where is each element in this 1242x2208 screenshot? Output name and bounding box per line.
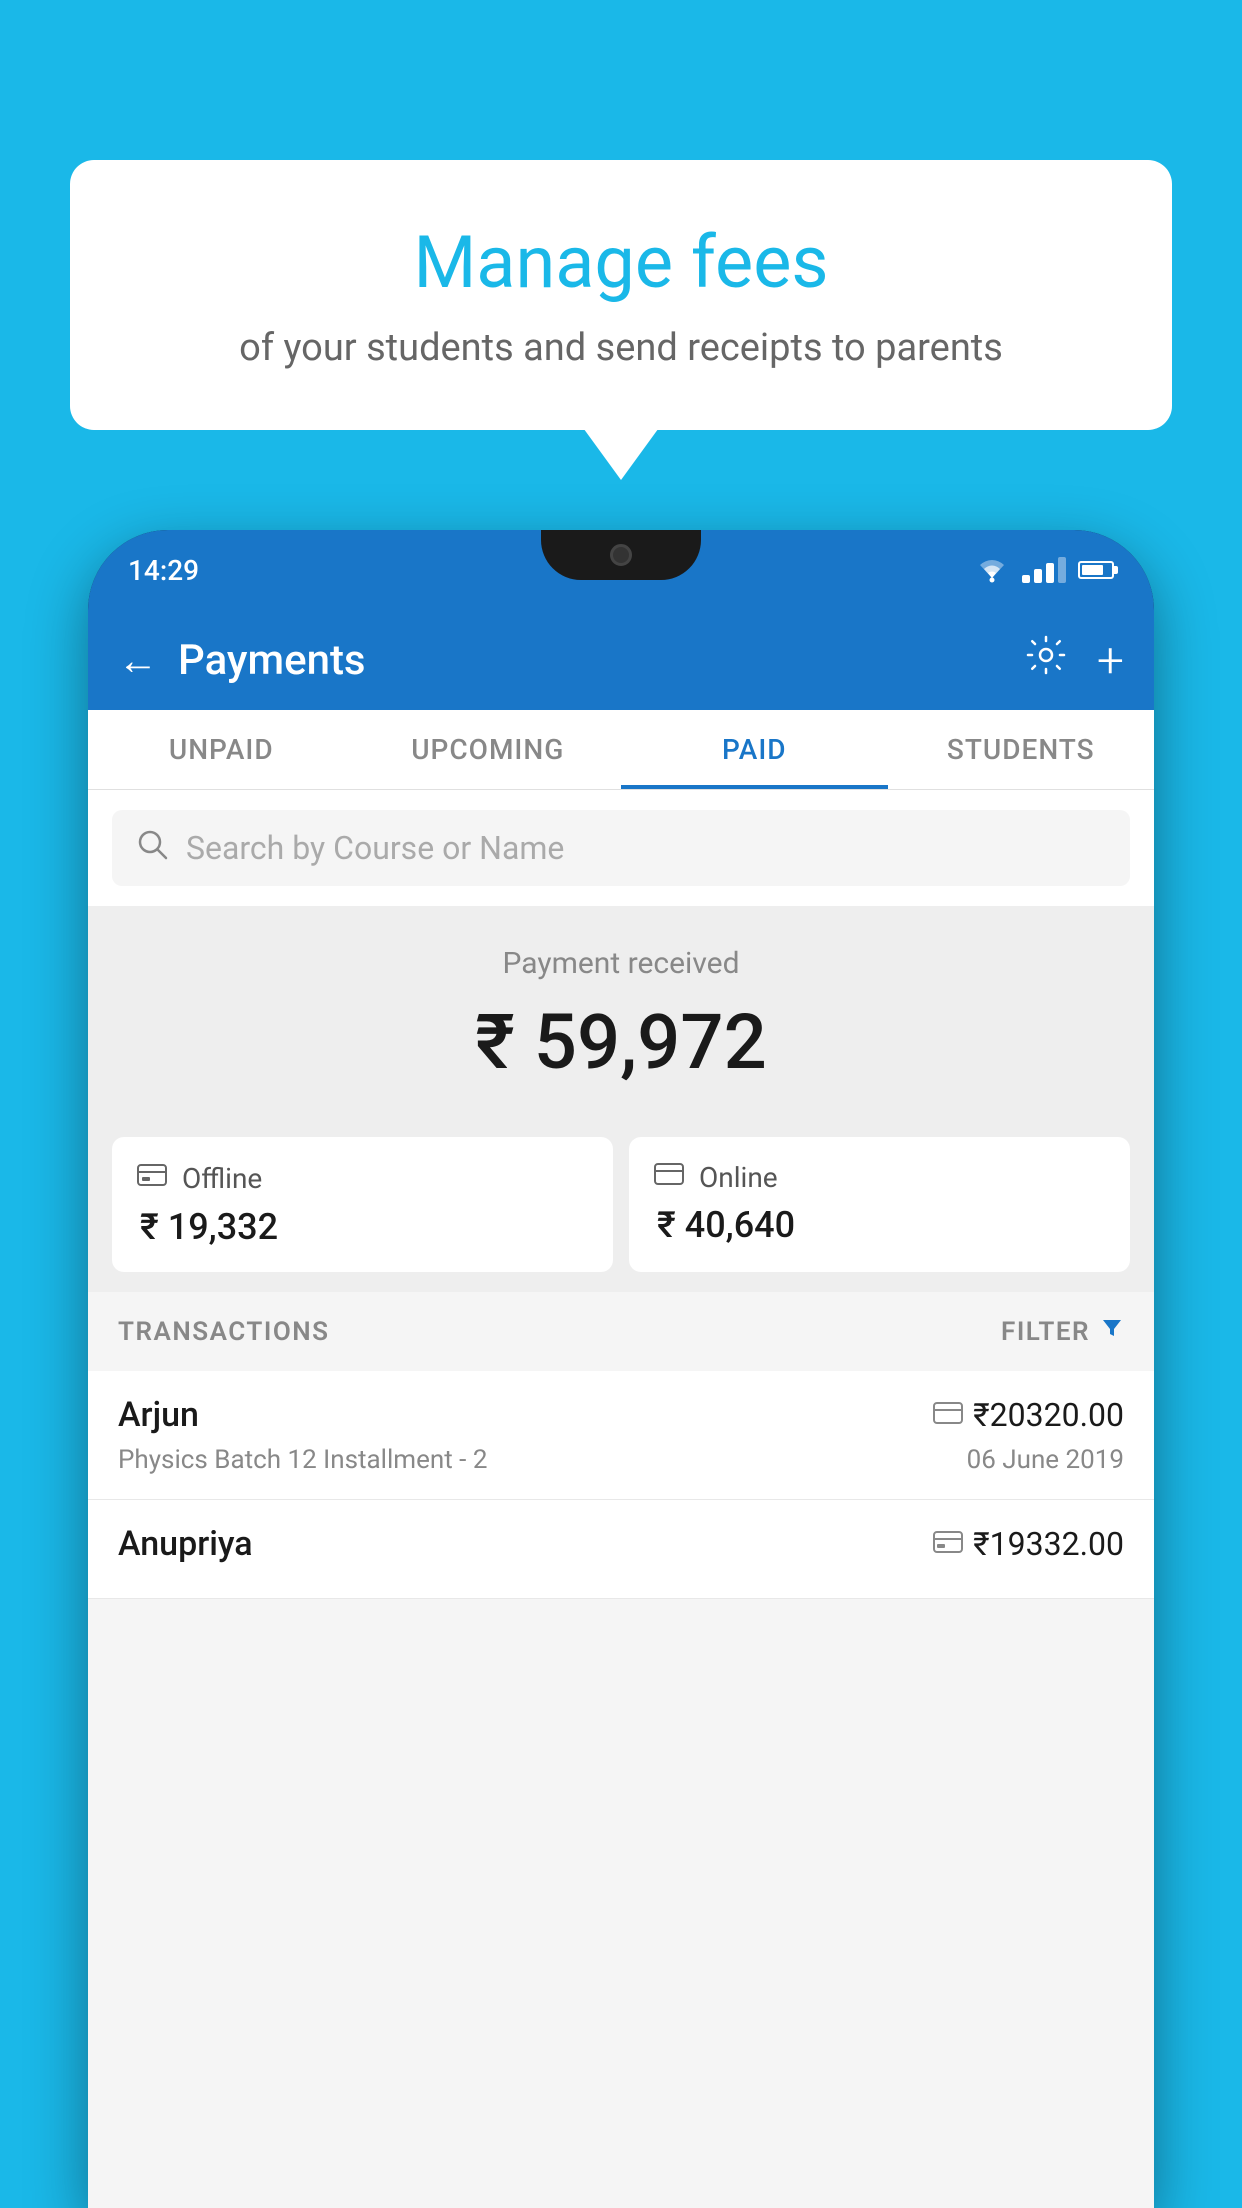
phone-screen: ← Payments + UNPAID UPCOMING PAID STUDEN… (88, 610, 1154, 2208)
online-label: Online (699, 1161, 778, 1194)
online-payment-card: Online ₹ 40,640 (629, 1137, 1130, 1272)
tab-paid[interactable]: PAID (621, 710, 888, 789)
speech-bubble-title: Manage fees (120, 220, 1122, 306)
settings-button[interactable] (1025, 634, 1067, 686)
offline-icon (136, 1161, 168, 1196)
transaction-amount: ₹19332.00 (973, 1525, 1124, 1563)
payment-cards: Offline ₹ 19,332 Online ₹ 40,640 (88, 1117, 1154, 1292)
battery-icon (1078, 561, 1114, 579)
transaction-top: Anupriya ₹19332.00 (118, 1524, 1124, 1564)
search-placeholder: Search by Course or Name (186, 829, 564, 867)
transaction-amount-wrap: ₹19332.00 (933, 1525, 1124, 1563)
transaction-bottom: Physics Batch 12 Installment - 2 06 June… (118, 1445, 1124, 1475)
transaction-type-icon (933, 1401, 963, 1429)
tab-students[interactable]: STUDENTS (888, 710, 1155, 789)
offline-payment-card: Offline ₹ 19,332 (112, 1137, 613, 1272)
table-row[interactable]: Arjun ₹20320.00 Physics Batch 12 Install… (88, 1371, 1154, 1500)
status-bar: 14:29 (88, 530, 1154, 610)
filter-button[interactable]: FILTER (1001, 1316, 1124, 1347)
search-icon (136, 828, 168, 868)
transactions-header: TRANSACTIONS FILTER (88, 1292, 1154, 1371)
online-icon (653, 1161, 685, 1194)
transactions-label: TRANSACTIONS (118, 1317, 330, 1347)
transaction-name: Arjun (118, 1395, 199, 1435)
offline-label: Offline (182, 1162, 262, 1195)
status-time: 14:29 (128, 554, 199, 587)
online-amount: ₹ 40,640 (653, 1204, 1106, 1246)
app-header: ← Payments + (88, 610, 1154, 710)
app-title: Payments (178, 636, 1025, 685)
phone-frame: 14:29 (88, 530, 1154, 2208)
phone-notch (541, 530, 701, 580)
header-icons: + (1025, 632, 1124, 689)
status-icons (974, 556, 1114, 584)
offline-card-top: Offline (136, 1161, 589, 1196)
payment-received-label: Payment received (88, 946, 1154, 981)
add-button[interactable]: + (1097, 632, 1124, 689)
signal-icon (1022, 557, 1066, 583)
search-container: Search by Course or Name (88, 790, 1154, 906)
table-row[interactable]: Anupriya ₹19332.00 (88, 1500, 1154, 1599)
back-button[interactable]: ← (118, 637, 158, 684)
phone-camera (610, 544, 632, 566)
filter-icon (1100, 1316, 1124, 1347)
speech-bubble-subtitle: of your students and send receipts to pa… (120, 326, 1122, 370)
transaction-top: Arjun ₹20320.00 (118, 1395, 1124, 1435)
transaction-desc: Physics Batch 12 Installment - 2 (118, 1445, 487, 1475)
transaction-amount-wrap: ₹20320.00 (933, 1396, 1124, 1434)
tabs: UNPAID UPCOMING PAID STUDENTS (88, 710, 1154, 790)
transaction-name: Anupriya (118, 1524, 253, 1564)
payment-received-section: Payment received ₹ 59,972 (88, 906, 1154, 1117)
transaction-date: 06 June 2019 (967, 1445, 1124, 1475)
offline-amount: ₹ 19,332 (136, 1206, 589, 1248)
tab-upcoming[interactable]: UPCOMING (355, 710, 622, 789)
search-bar[interactable]: Search by Course or Name (112, 810, 1130, 886)
wifi-icon (974, 556, 1010, 584)
speech-bubble: Manage fees of your students and send re… (70, 160, 1172, 430)
payment-total-amount: ₹ 59,972 (88, 997, 1154, 1087)
filter-label: FILTER (1001, 1317, 1090, 1347)
online-card-top: Online (653, 1161, 1106, 1194)
transaction-type-icon (933, 1529, 963, 1559)
tab-unpaid[interactable]: UNPAID (88, 710, 355, 789)
transaction-amount: ₹20320.00 (973, 1396, 1124, 1434)
